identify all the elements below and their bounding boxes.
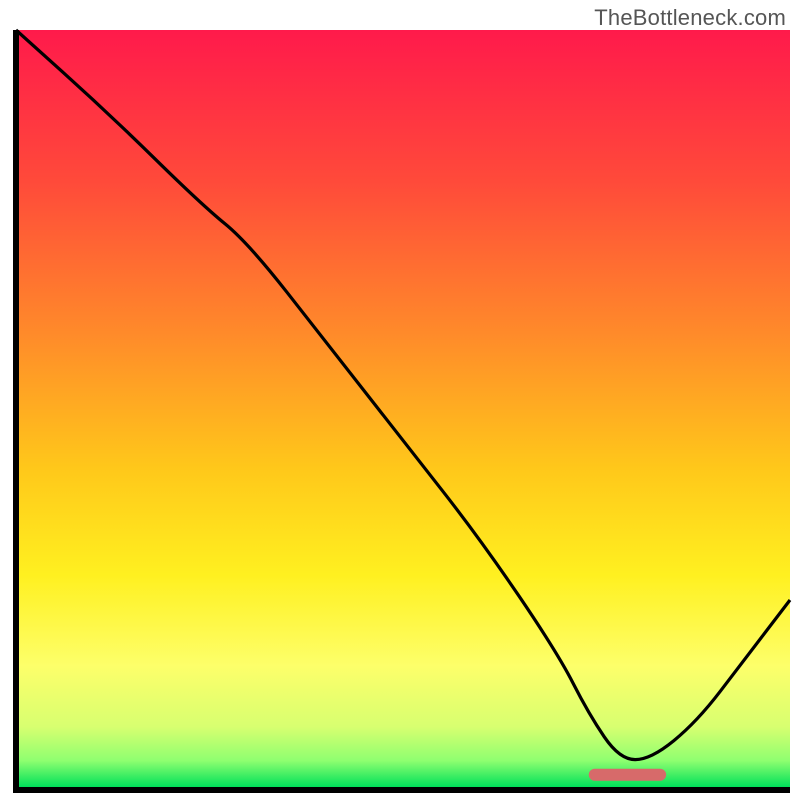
chart-container: TheBottleneck.com — [0, 0, 800, 800]
plot-background — [19, 30, 790, 787]
optimal-marker — [589, 769, 666, 781]
watermark-text: TheBottleneck.com — [594, 5, 786, 31]
chart-svg — [0, 0, 800, 800]
